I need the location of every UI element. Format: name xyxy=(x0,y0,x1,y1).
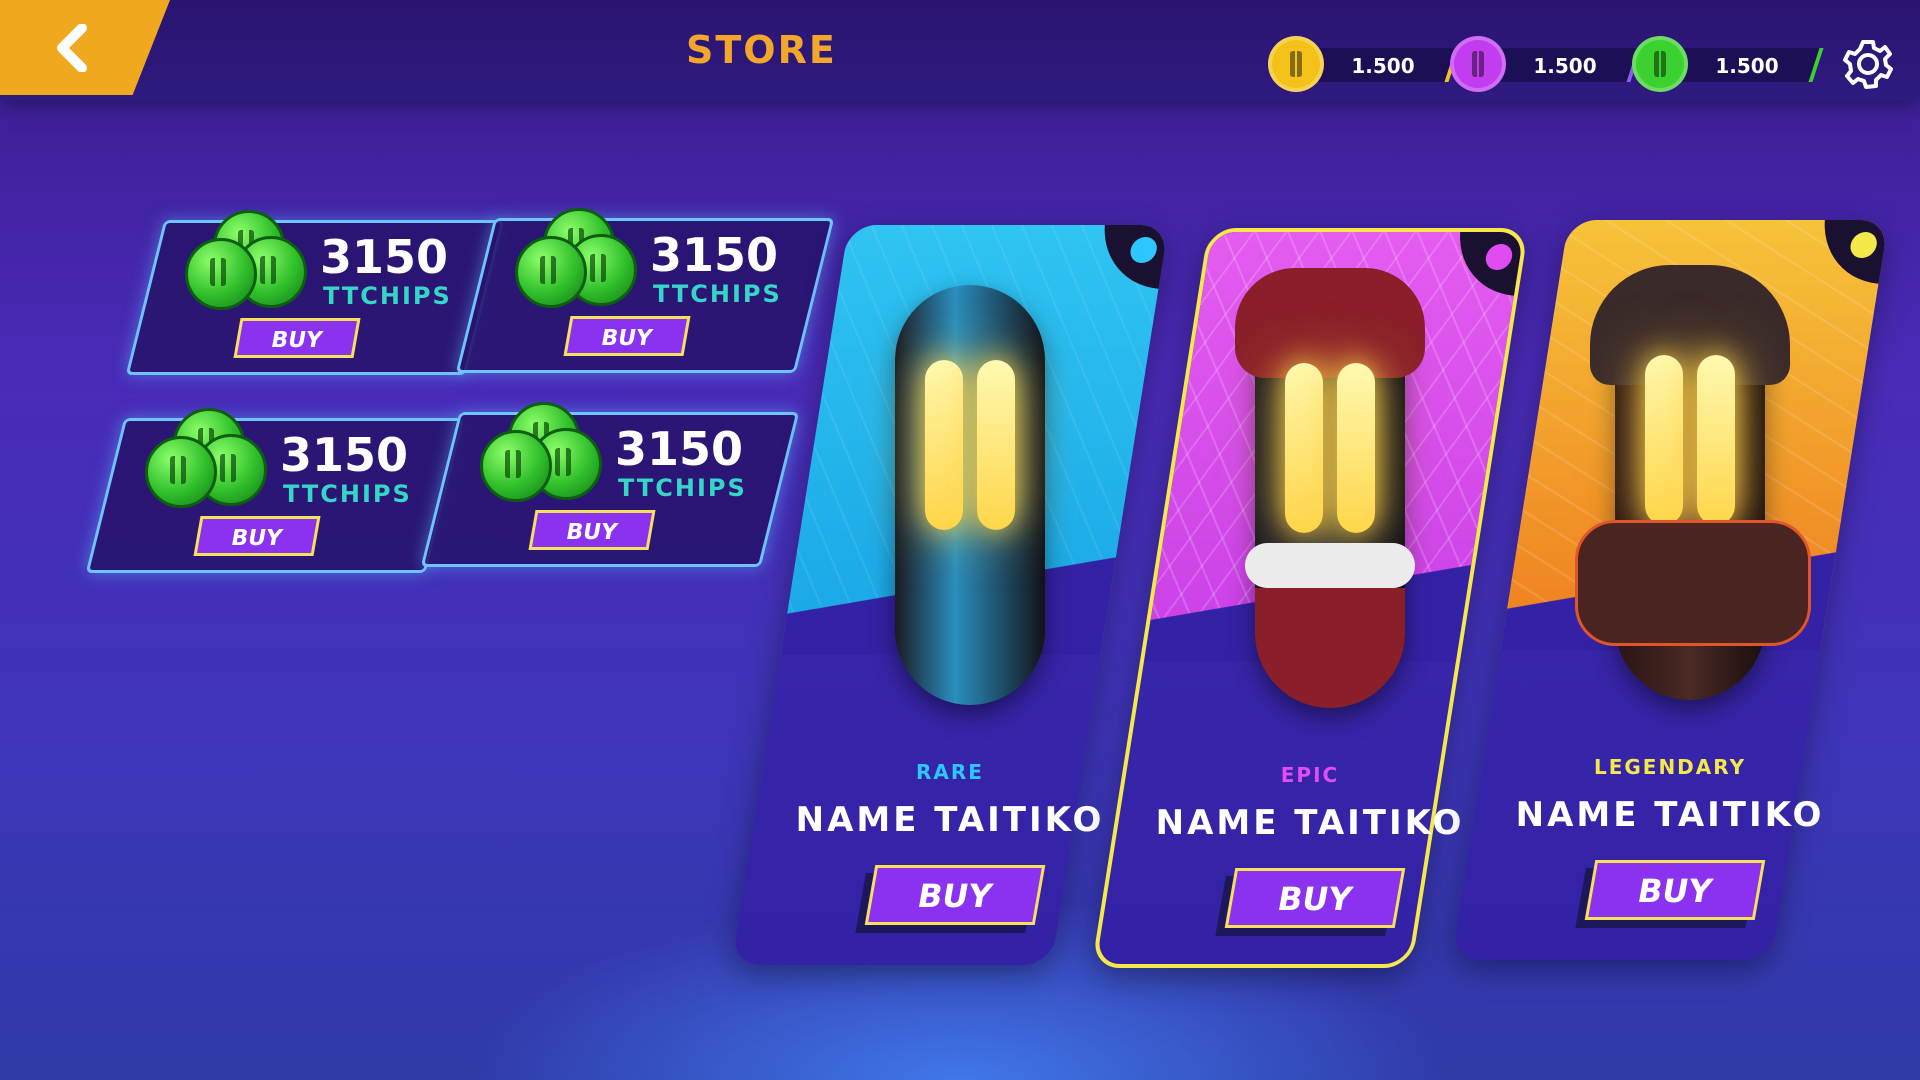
chip-pack[interactable]: 3150 TTCHIPS BUY xyxy=(420,402,800,567)
pack-amount: 3150 xyxy=(650,228,779,282)
rarity-dot-icon xyxy=(1848,232,1879,258)
pack-buy-button[interactable]: BUY xyxy=(193,516,321,556)
pack-unit: TTCHIPS xyxy=(323,282,452,310)
coin xyxy=(480,430,552,502)
character-buy-button[interactable]: BUY xyxy=(864,865,1046,925)
character-name: NAME TAITIKO xyxy=(795,800,1105,840)
chip-pack[interactable]: 3150 TTCHIPS BUY xyxy=(125,210,505,375)
gear-icon[interactable] xyxy=(1840,36,1896,92)
pack-amount: 3150 xyxy=(280,428,409,482)
eye xyxy=(1645,355,1683,525)
pack-buy-button[interactable]: BUY xyxy=(233,318,361,358)
currency-value: 1.500 xyxy=(1533,54,1597,78)
rarity-label: RARE xyxy=(916,760,984,784)
character-card-epic[interactable]: EPIC NAME TAITIKO BUY xyxy=(1091,228,1529,968)
coin xyxy=(145,436,217,508)
character-card-legendary[interactable]: LEGENDARY NAME TAITIKO BUY xyxy=(1451,220,1889,960)
eye xyxy=(1285,363,1323,533)
pack-amount: 3150 xyxy=(615,422,744,476)
eye xyxy=(925,360,963,530)
pack-buy-button[interactable]: BUY xyxy=(563,316,691,356)
chip-coins-icon xyxy=(145,408,267,518)
rarity-label: LEGENDARY xyxy=(1593,755,1747,779)
character-buy-button[interactable]: BUY xyxy=(1584,860,1766,920)
character-figure xyxy=(895,285,1045,705)
currency-value: 1.500 xyxy=(1351,54,1415,78)
mustache xyxy=(1245,543,1415,588)
armor-helmet xyxy=(1590,265,1790,385)
chevron-left-icon xyxy=(57,24,87,72)
chef-hat xyxy=(1235,268,1425,378)
coin xyxy=(185,238,257,310)
character-buy-button[interactable]: BUY xyxy=(1224,868,1406,928)
page-title: STORE xyxy=(686,28,837,72)
chip-coins-icon xyxy=(515,208,637,318)
character-figure xyxy=(1575,265,1811,700)
chip-pack[interactable]: 3150 TTCHIPS BUY xyxy=(455,208,835,373)
purple-coin-icon xyxy=(1450,36,1506,92)
eye xyxy=(1337,363,1375,533)
pack-unit: TTCHIPS xyxy=(283,480,412,508)
armor-chest xyxy=(1575,520,1811,646)
green-coin-icon xyxy=(1632,36,1688,92)
pack-buy-button[interactable]: BUY xyxy=(528,510,656,550)
pack-unit: TTCHIPS xyxy=(653,280,782,308)
currency-value: 1.500 xyxy=(1715,54,1779,78)
character-name: NAME TAITIKO xyxy=(1515,795,1825,835)
chip-coins-icon xyxy=(185,210,307,320)
chip-pack[interactable]: 3150 TTCHIPS BUY xyxy=(85,408,465,573)
character-name: NAME TAITIKO xyxy=(1155,803,1465,843)
pack-amount: 3150 xyxy=(320,230,449,284)
character-figure xyxy=(1235,268,1425,708)
rarity-label: EPIC xyxy=(1280,763,1340,787)
pack-unit: TTCHIPS xyxy=(618,474,747,502)
gold-coin-icon xyxy=(1268,36,1324,92)
character-card-rare[interactable]: RARE NAME TAITIKO BUY xyxy=(731,225,1169,965)
coin xyxy=(515,236,587,308)
chip-coins-icon xyxy=(480,402,602,512)
eye xyxy=(1697,355,1735,525)
eye xyxy=(977,360,1015,530)
